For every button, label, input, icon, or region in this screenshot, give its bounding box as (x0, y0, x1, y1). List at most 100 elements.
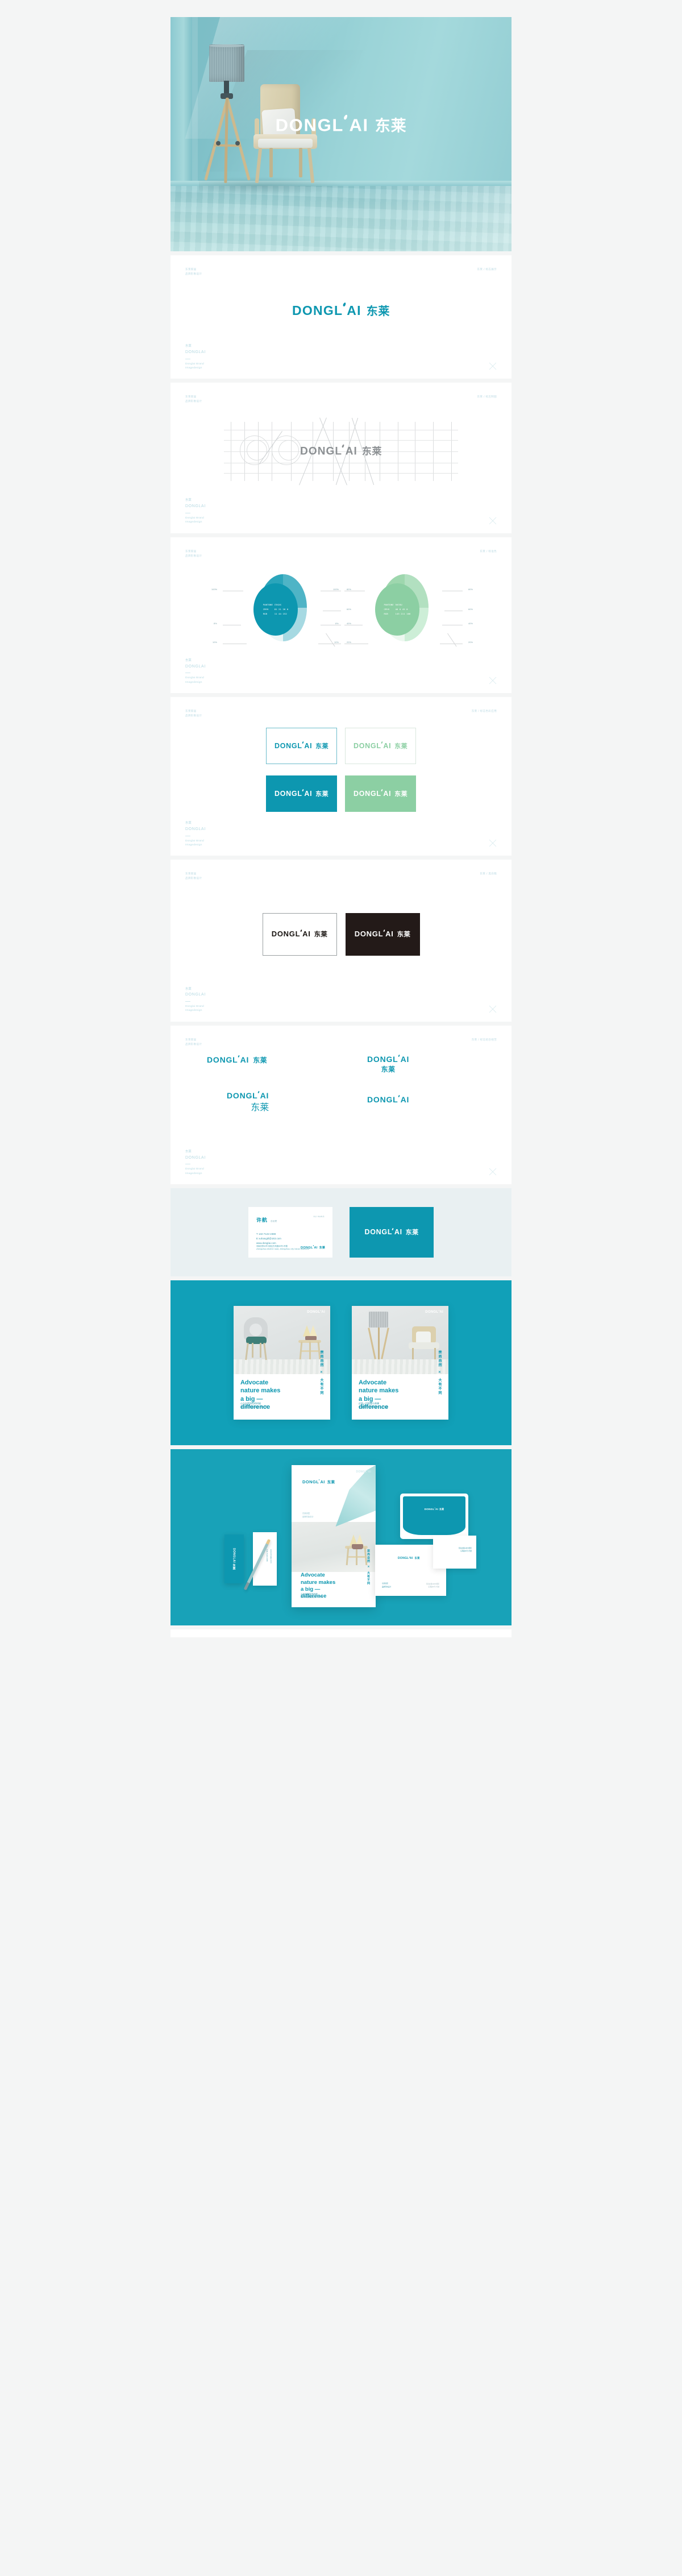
card-name-cjk: 许航 (256, 1218, 268, 1224)
floor-lamp (203, 44, 251, 184)
footer-sub1: Donglai Brand (185, 1005, 204, 1008)
poster-lamp-object (365, 1312, 392, 1360)
hero-panel: DONGL AI 东莱 (170, 17, 512, 251)
sheet-header-left: 东莱家居 品牌形象设计 (185, 395, 202, 404)
sheet-header-left: 东莱家居 品牌形象设计 (185, 550, 202, 559)
footer-brand-en: DONGLAI (185, 827, 206, 832)
footer-text: 东莱 DONGLAI Donglai Brand Imagedesign (185, 658, 206, 685)
footer-sub1: Donglai Brand (185, 362, 204, 366)
mockup-white-card: www.donglai.com 132-7122-2388 (253, 1532, 277, 1586)
logo-variant-green-on-white: DONGL AI 东莱 (345, 728, 416, 765)
sheet-footer: 东莱 DONGLAI Donglai Brand Imagedesign (185, 821, 497, 856)
logo-construction-panel: 东莱家居 品牌形象设计 东莱 / 标志制图 DONGL AI 东莱 东莱 DON… (170, 383, 512, 533)
flyer-corner-logo: DONGL AI (356, 1470, 371, 1474)
footer-brand-en: DONGLAI (185, 664, 206, 669)
footer-sub2: Imagedesign (185, 844, 202, 847)
chair-leg (269, 147, 273, 177)
flyer-sub-2: 我们永远都会找到一种宁静 (301, 1596, 323, 1599)
hero-floor-glow (334, 185, 512, 251)
header-brand-cn: 东莱家居 (185, 1038, 197, 1042)
logo-bw-panel: 东莱家居 品牌形象设计 东莱 / 黑白稿 DONGL AI 东莱 DONGL AI … (170, 860, 512, 1022)
x-mark-icon (489, 517, 497, 525)
mockup-vertical-card: DONGLAI 东莱 (224, 1534, 244, 1584)
poster-sub-line-2: 我们永远都会找到一种宁静 (240, 1405, 268, 1409)
poster-photo (234, 1306, 330, 1375)
poster-subtext: 心与自然同在的时候 我们永远都会找到一种宁静 (240, 1402, 268, 1410)
header-subtitle-cn: 品牌形象设计 (185, 1043, 202, 1046)
logo-variant-white-on-green: DONGL AI 东莱 (345, 775, 416, 812)
vertical-left: 崇尚自然 (438, 1350, 442, 1368)
flyer-vertical-left: 崇尚自然 (367, 1549, 370, 1563)
footer-brand-cn: 东莱 (185, 499, 192, 503)
sheet-footer: 东莱 DONGLAI Donglai Brand Imagedesign (185, 1150, 497, 1184)
vertical-right: 大有不同 (319, 1378, 323, 1396)
sheet-header: 东莱家居 品牌形象设计 东莱 / 标志组合规范 (185, 1038, 497, 1047)
swatch-tick-label: 10% (213, 641, 217, 644)
sheet-header: 东莱家居 品牌形象设计 东莱 / 标准色 (185, 550, 497, 559)
color-stage: PANTONE C9XXX CMYK 81 21 26 0 RGB 11 44 152… (185, 559, 497, 658)
card-contact: T 132-7122-2388 E xuhangdl@163.com www.d… (256, 1232, 281, 1245)
footer-text: 东莱 DONGLAI Donglai Brand Imagedesign (185, 1150, 206, 1176)
flyer-headline-1: Advocate (301, 1572, 325, 1579)
swatch-tick-label: 80% (468, 588, 473, 591)
chair-leg (307, 147, 315, 183)
card-email: E xuhangdl@163.com (256, 1237, 281, 1240)
sheet-header: 东莱家居 品牌形象设计 东莱 / 黑白稿 (185, 872, 497, 881)
x-mark-icon (489, 362, 497, 370)
logo-lockups-panel: 东莱家居 品牌形象设计 东莱 / 标志组合规范 DONGL AI 东莱 DONGL… (170, 1025, 512, 1185)
poster-lamp: DONGL AI Advocate nature makes a big — di… (352, 1306, 448, 1420)
vertical-left: 崇尚自然 (319, 1350, 323, 1368)
color-swatch-primary: PANTONE C9XXX CMYK 81 21 26 0 RGB 11 44 152… (211, 571, 351, 647)
footer-sub2: Imagedesign (185, 681, 202, 684)
header-brand-cn: 东莱家居 (185, 873, 197, 876)
sheet-header: 东莱家居 品牌形象设计 东莱 / 标志制图 (185, 395, 497, 404)
poster-logo: DONGL AI (307, 1309, 325, 1314)
sheet-footer: 东莱 DONGLAI Donglai Brand Imagedesign (185, 344, 497, 379)
logo-cjk: 东莱 (366, 304, 390, 318)
logo-display-panel: 东莱家居 品牌形象设计 东莱 / 标志展示 DONGL AI 东莱 东莱 DONG… (170, 255, 512, 379)
logo-color-variants-panel: 东莱家居 品牌形象设计 东莱 / 标志色彩应用 DONGL AI 东莱 DONGL… (170, 697, 512, 856)
envelope-flap: DONGL AI 东莱 (403, 1496, 465, 1536)
sheet-header-right: 东莱 / 标准色 (480, 550, 497, 553)
header-brand-cn: 东莱家居 (185, 268, 197, 271)
flyer-vertical-right: 大有不同 (367, 1571, 370, 1586)
swatch-core: PANTONE C9XXX CMYK 81 21 26 0 RGB 11 44 152 (253, 583, 298, 636)
logo-black-on-white: DONGL AI 东莱 (262, 912, 337, 956)
swatch-tick-label: 60% (468, 608, 473, 611)
footer-sub2: Imagedesign (185, 1172, 202, 1175)
card-back-logo: DONGL AI 东莱 (364, 1227, 419, 1237)
business-card-front: 许航 总经理 XU HANG T 132-7122-2388 E xuhangdl… (248, 1207, 332, 1258)
envelope-logo: DONGL AI 东莱 (424, 1507, 444, 1511)
poster-photo (352, 1306, 448, 1375)
card-name-pinyin: XU HANG (313, 1216, 325, 1218)
poster-sub-line-1: 远离一切喧嚣与束缚 (359, 1401, 380, 1405)
headline-line-1: Advocate (240, 1379, 269, 1387)
flyer-headline-3: a big — (301, 1586, 321, 1592)
logo-white-on-black: DONGL AI 东莱 (345, 912, 420, 956)
poster-sub-line-1: 心与自然同在的时候 (240, 1401, 261, 1405)
sheet-header-right: 东莱 / 标志制图 (477, 396, 497, 399)
color-swatch-secondary: PANTONE 5635U CMYK 46 0 45 0 RGB 145 211 16… (333, 571, 473, 647)
swatch-tick-label: 100% (333, 588, 339, 591)
flyer-headline-2: nature makes (301, 1579, 336, 1586)
footer-brand-en: DONGLAI (185, 1155, 206, 1160)
headline-line-2: nature makes (359, 1387, 399, 1395)
lamp-knob (216, 140, 221, 146)
business-card-panel: 许航 总经理 XU HANG T 132-7122-2388 E xuhangdl… (170, 1188, 512, 1277)
swatch-spec: PANTONE 5635U CMYK 46 0 45 0 RGB 145 211 16… (384, 603, 411, 616)
chair-leg (299, 147, 302, 177)
hero-logo-cjk: 东莱 (375, 117, 407, 135)
primary-logo: DONGL AI 东莱 (292, 302, 390, 318)
flyer-vertical-x-icon: × (367, 1565, 371, 1570)
page-tail (170, 1629, 512, 1638)
footer-brand-en: DONGLAI (185, 993, 206, 997)
brand-colors-panel: 东莱家居 品牌形象设计 东莱 / 标准色 PANTONE C9XXX CMYK 81… (170, 537, 512, 694)
card-role: 总经理 (270, 1220, 277, 1223)
sheet-footer: 东莱 DONGLAI Donglai Brand Imagedesign (185, 498, 497, 533)
chair-seat-pad (258, 138, 313, 148)
footer-sub1: Donglai Brand (185, 677, 204, 680)
sheet-header-left: 东莱家居 品牌形象设计 (185, 872, 202, 881)
flyer-vertical-tagline: 崇尚自然 × 大有不同 (367, 1549, 371, 1599)
logo-stage: DONGL AI 东莱 (185, 277, 497, 344)
hero-logo-latin: DONGL AI (275, 114, 369, 135)
